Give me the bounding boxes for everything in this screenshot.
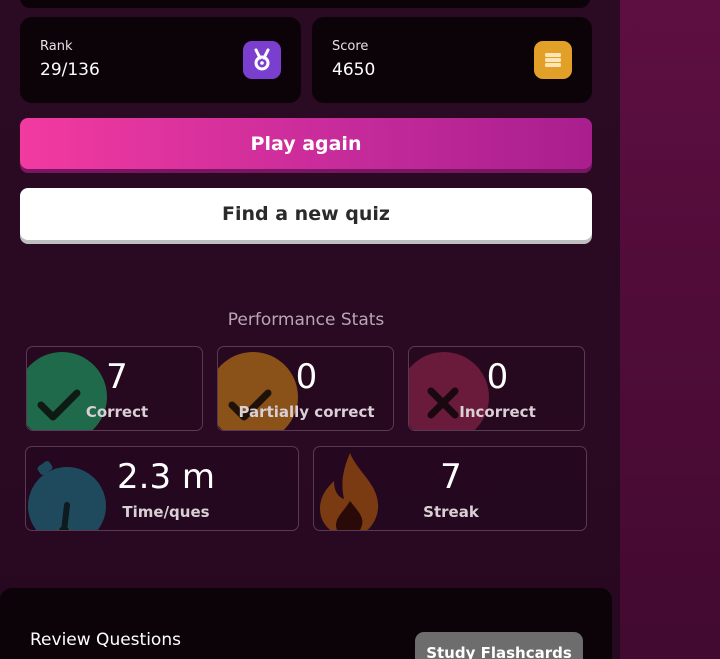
medal-icon — [243, 41, 281, 79]
streak-value: 7 — [440, 457, 462, 497]
rank-card: Rank 29/136 — [20, 17, 301, 103]
side-background — [620, 0, 720, 659]
coins-icon — [534, 41, 572, 79]
find-new-quiz-button[interactable]: Find a new quiz — [20, 188, 592, 240]
time-value: 2.3 m — [117, 457, 215, 497]
study-flashcards-button[interactable]: Study Flashcards — [415, 632, 583, 659]
review-questions-title: Review Questions — [30, 630, 181, 650]
incorrect-value: 0 — [486, 357, 509, 397]
score-card: Score 4650 — [312, 17, 592, 103]
top-panel-edge — [20, 0, 590, 8]
rank-label: Rank — [40, 39, 73, 54]
score-label: Score — [332, 39, 369, 54]
stat-time-per-question: 2.3 m Time/ques — [25, 446, 299, 531]
review-questions-panel: Review Questions Study Flashcards — [0, 588, 612, 659]
stat-correct: 7 Correct — [26, 346, 203, 431]
partial-value: 0 — [295, 357, 318, 397]
play-again-button[interactable]: Play again — [20, 118, 592, 169]
rank-value: 29/136 — [40, 60, 100, 80]
partial-label: Partially correct — [238, 403, 375, 421]
stat-incorrect: 0 Incorrect — [408, 346, 585, 431]
correct-value: 7 — [106, 357, 128, 397]
streak-label: Streak — [423, 503, 479, 521]
correct-label: Correct — [85, 403, 149, 421]
incorrect-label: Incorrect — [459, 403, 536, 421]
stat-partially-correct: 0 Partially correct — [217, 346, 394, 431]
stat-streak: 7 Streak — [313, 446, 587, 531]
time-label: Time/ques — [122, 503, 210, 521]
score-value: 4650 — [332, 60, 376, 80]
performance-title: Performance Stats — [227, 310, 385, 330]
